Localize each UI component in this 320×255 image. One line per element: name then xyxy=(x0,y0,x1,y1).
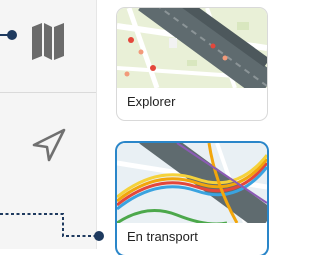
map-mode-rail xyxy=(0,0,97,249)
rail-divider xyxy=(0,92,96,93)
navigate-button[interactable] xyxy=(12,110,84,182)
map-icon xyxy=(32,23,64,60)
navigation-arrow-icon xyxy=(32,128,66,162)
transit-map-thumbnail xyxy=(117,143,267,223)
map-style-card-explorer[interactable]: Explorer xyxy=(117,8,267,120)
map-style-label: Explorer xyxy=(127,94,176,109)
explorer-map-thumbnail xyxy=(117,8,267,88)
map-style-label: En transport xyxy=(127,229,198,244)
map-view-button[interactable] xyxy=(12,4,84,76)
map-style-card-transit[interactable]: En transport xyxy=(117,143,267,255)
